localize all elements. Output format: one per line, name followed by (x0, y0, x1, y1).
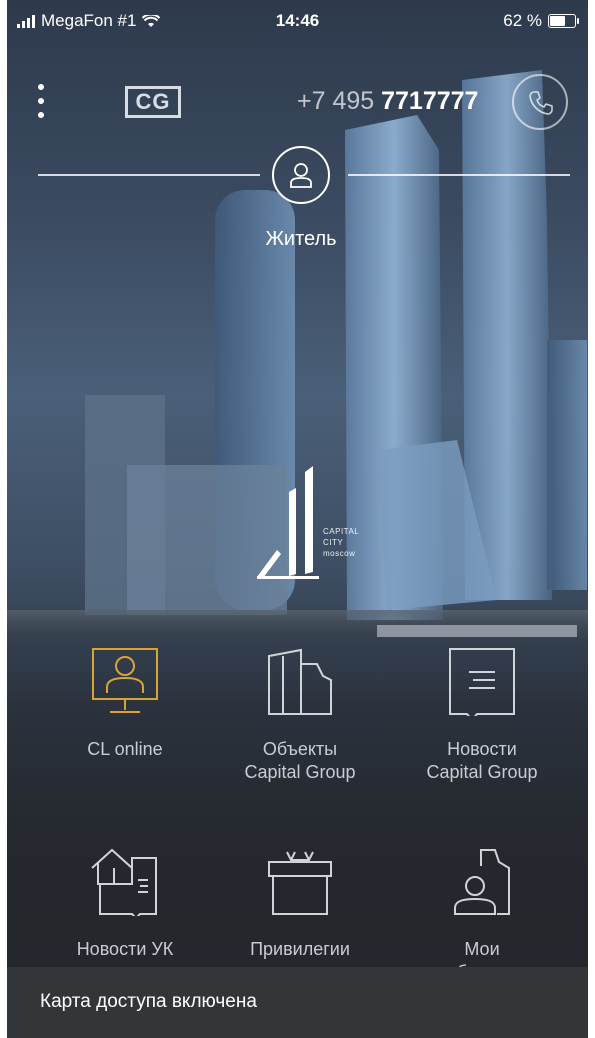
user-building-icon (454, 849, 510, 915)
tile-news-capital-group[interactable]: Новости Capital Group (402, 646, 562, 784)
more-menu-button[interactable] (33, 84, 49, 124)
call-button[interactable] (512, 74, 568, 130)
phone-icon (529, 91, 553, 115)
battery-icon (548, 14, 579, 28)
brand-line-3: moscow (323, 549, 356, 558)
capital-city-text: CAPITAL CITY moscow (323, 526, 359, 559)
tile-privileges[interactable]: Привилегии и скидки (220, 846, 380, 984)
app-screen: MegaFon #1 14:46 62 % CG +7 495 7717777 … (7, 0, 588, 1038)
access-card-toast: Карта доступа включена (7, 967, 588, 1038)
tile-cl-online[interactable]: CL online (45, 646, 205, 761)
user-profile-button[interactable] (272, 146, 330, 204)
phone-number-link[interactable]: +7 495 7717777 (297, 87, 478, 116)
buildings-icon (268, 648, 332, 715)
capital-city-logo (257, 466, 319, 579)
user-icon (290, 163, 312, 188)
status-bar: MegaFon #1 14:46 62 % (7, 0, 588, 38)
tile-label: Новости УК (76, 939, 174, 959)
news-message-icon (449, 648, 515, 716)
brand-line-2: CITY (323, 538, 344, 547)
tile-objects-capital-group[interactable]: Объекты Capital Group (220, 646, 380, 784)
user-role-label: Житель (265, 228, 337, 250)
house-news-icon (91, 848, 157, 916)
gift-icon (268, 851, 332, 915)
tile-label: Новости Capital Group (426, 739, 538, 782)
cg-logo: CG (125, 86, 181, 118)
battery-percent: 62 % (503, 11, 542, 30)
toast-text: Карта доступа включена (40, 991, 257, 1012)
status-time: 14:46 (275, 11, 320, 30)
phone-main: 7717777 (381, 87, 479, 115)
divider-left (38, 174, 260, 176)
tile-label: CL online (87, 739, 163, 759)
tile-news-uk[interactable]: Новости УК (45, 846, 205, 961)
monitor-user-icon (92, 648, 158, 713)
battery-info: 62 % (503, 11, 579, 31)
tile-label: Объекты Capital Group (244, 739, 356, 782)
phone-prefix: +7 495 (297, 87, 382, 115)
tile-my-objects[interactable]: Мои объекты (402, 846, 562, 984)
divider-right (348, 174, 570, 176)
brand-line-1: CAPITAL (323, 527, 360, 536)
